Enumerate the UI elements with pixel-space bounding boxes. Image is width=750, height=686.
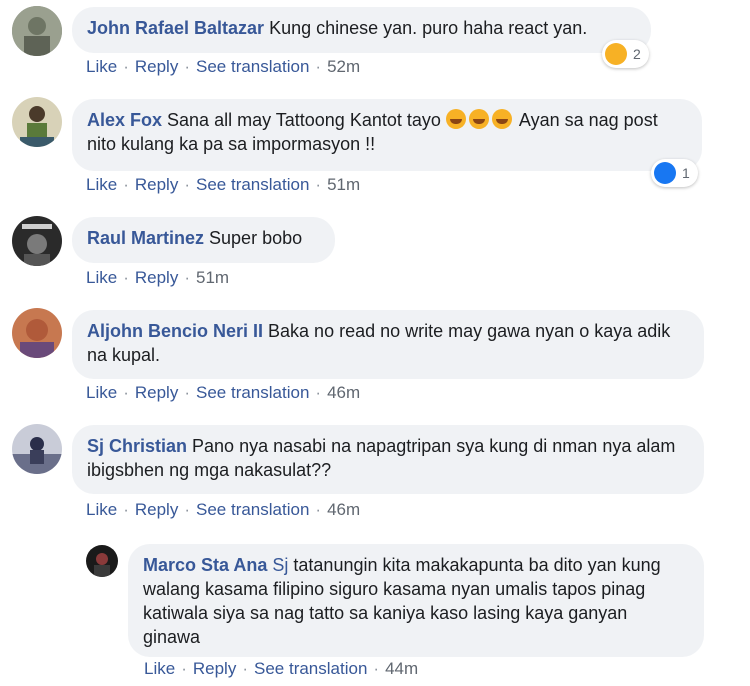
like-button[interactable]: Like: [86, 500, 117, 519]
comment-bubble: Sj Christian Pano nya nasabi na napagtrip…: [72, 425, 704, 494]
commenter-name[interactable]: Marco Sta Ana: [143, 555, 267, 575]
reaction-count: 2: [633, 46, 641, 62]
haha-icon: [605, 43, 627, 65]
see-translation-link[interactable]: See translation: [196, 57, 309, 76]
like-button[interactable]: Like: [86, 383, 117, 402]
see-translation-link[interactable]: See translation: [196, 383, 309, 402]
avatar[interactable]: [12, 216, 62, 266]
rolling-laughing-emoji: [468, 109, 489, 129]
reply-button[interactable]: Reply: [135, 500, 178, 519]
comment-actions: Like · Reply · See translation · 51m: [86, 175, 361, 194]
reaction-summary[interactable]: 2: [602, 40, 649, 68]
like-icon: [654, 162, 676, 184]
rolling-laughing-emoji: [445, 109, 466, 129]
comment-bubble: Raul Martinez Super bobo: [72, 217, 335, 263]
timestamp[interactable]: 46m: [327, 500, 360, 519]
comment-actions: Like · Reply · See translation · 46m: [86, 383, 361, 402]
avatar[interactable]: [12, 308, 62, 358]
comment-actions: Like · Reply · See translation · 52m: [86, 57, 361, 76]
reaction-count: 1: [682, 165, 690, 181]
like-button[interactable]: Like: [86, 175, 117, 194]
commenter-name[interactable]: Aljohn Bencio Neri II: [87, 321, 263, 341]
comment-actions: Like · Reply · See translation · 44m: [144, 659, 419, 678]
timestamp[interactable]: 52m: [327, 57, 360, 76]
comment-actions: Like · Reply · 51m: [86, 268, 230, 287]
avatar[interactable]: [12, 97, 62, 147]
timestamp[interactable]: 51m: [327, 175, 360, 194]
comment-text: Kung chinese yan. puro haha react yan.: [269, 18, 588, 38]
see-translation-link[interactable]: See translation: [196, 175, 309, 194]
reply-button[interactable]: Reply: [135, 383, 178, 402]
mention-link[interactable]: Sj: [272, 555, 288, 575]
comment-bubble: Aljohn Bencio Neri II Baka no read no wri…: [72, 310, 704, 379]
like-button[interactable]: Like: [86, 268, 117, 287]
rolling-laughing-emoji: [491, 109, 512, 129]
commenter-name[interactable]: Sj Christian: [87, 436, 187, 456]
comment-bubble: John Rafael Baltazar Kung chinese yan. pu…: [72, 7, 651, 53]
reply-button[interactable]: Reply: [135, 175, 178, 194]
comment-text: Super bobo: [209, 228, 303, 248]
commenter-name[interactable]: Raul Martinez: [87, 228, 204, 248]
reply-button[interactable]: Reply: [135, 268, 178, 287]
reply-bubble: Marco Sta Ana Sj tatanungin kita makakapu…: [128, 544, 704, 657]
comment-actions: Like · Reply · See translation · 46m: [86, 500, 361, 519]
comment-bubble: Alex Fox Sana all may Tattoong Kantot tay…: [72, 99, 702, 171]
comment-text: Sana all may Tattoong Kantot tayo: [167, 110, 441, 130]
avatar[interactable]: [12, 6, 62, 56]
see-translation-link[interactable]: See translation: [254, 659, 367, 678]
timestamp[interactable]: 44m: [385, 659, 418, 678]
avatar[interactable]: [12, 424, 62, 474]
timestamp[interactable]: 51m: [196, 268, 229, 287]
see-translation-link[interactable]: See translation: [196, 500, 309, 519]
timestamp[interactable]: 46m: [327, 383, 360, 402]
commenter-name[interactable]: John Rafael Baltazar: [87, 18, 264, 38]
commenter-name[interactable]: Alex Fox: [87, 110, 162, 130]
reply-button[interactable]: Reply: [193, 659, 236, 678]
reaction-summary[interactable]: 1: [651, 159, 698, 187]
like-button[interactable]: Like: [144, 659, 175, 678]
like-button[interactable]: Like: [86, 57, 117, 76]
reply-button[interactable]: Reply: [135, 57, 178, 76]
avatar[interactable]: [86, 545, 118, 577]
